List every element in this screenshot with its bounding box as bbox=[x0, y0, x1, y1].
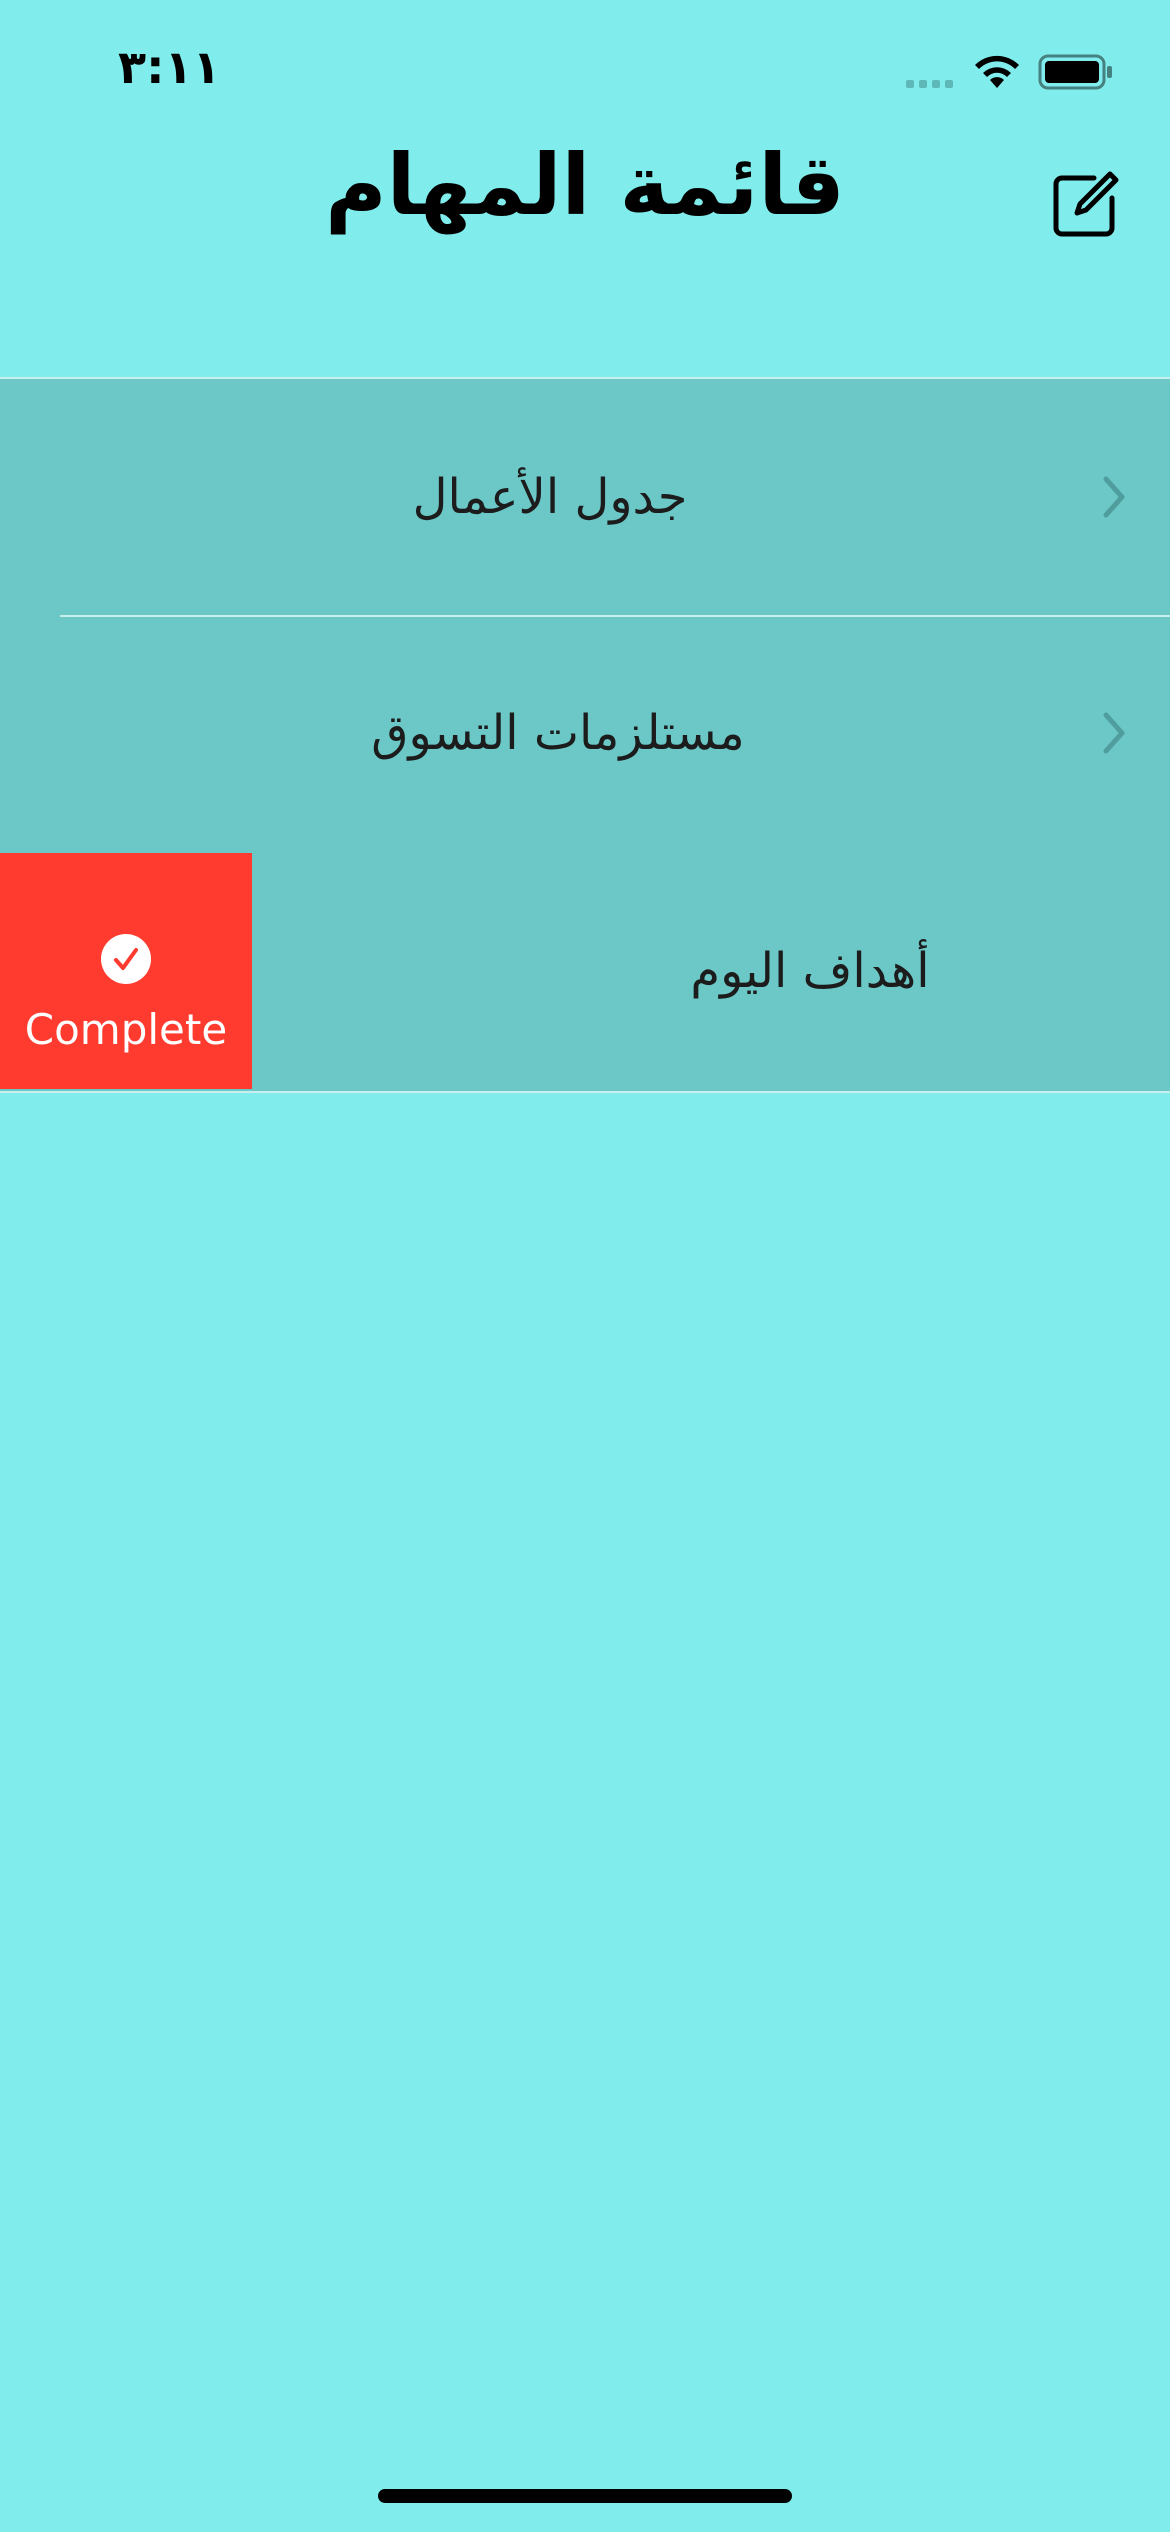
complete-action-label: Complete bbox=[24, 1005, 228, 1054]
cellular-signal-icon bbox=[906, 80, 953, 88]
complete-action-button[interactable]: Complete bbox=[0, 853, 252, 1089]
chevron-right-icon bbox=[1103, 476, 1125, 518]
swiped-row-content[interactable]: أهداف اليوم bbox=[252, 853, 1170, 1091]
list-item-swiped[interactable]: أهداف اليوم Complete bbox=[0, 853, 1170, 1091]
list-item[interactable]: جدول الأعمال bbox=[0, 377, 1170, 615]
checkmark-circle-icon bbox=[101, 934, 151, 984]
compose-button[interactable] bbox=[1050, 170, 1120, 240]
list-bottom-separator bbox=[0, 1091, 1170, 1093]
status-time: ٣:١١ bbox=[118, 40, 221, 94]
task-list: جدول الأعمال مستلزمات التسوق أهداف اليوم… bbox=[0, 377, 1170, 1093]
list-item-label: جدول الأعمال bbox=[412, 469, 688, 525]
list-item[interactable]: مستلزمات التسوق bbox=[0, 615, 1170, 853]
battery-icon bbox=[1038, 54, 1112, 90]
wifi-icon bbox=[975, 55, 1019, 88]
list-item-label: مستلزمات التسوق bbox=[371, 705, 745, 761]
list-item-label: أهداف اليوم bbox=[690, 943, 930, 999]
home-indicator[interactable] bbox=[378, 2489, 792, 2503]
page-title: قائمة المهام bbox=[325, 136, 845, 234]
chevron-right-icon bbox=[1103, 712, 1125, 754]
status-bar: ٣:١١ bbox=[0, 0, 1170, 140]
compose-icon bbox=[1053, 171, 1119, 237]
